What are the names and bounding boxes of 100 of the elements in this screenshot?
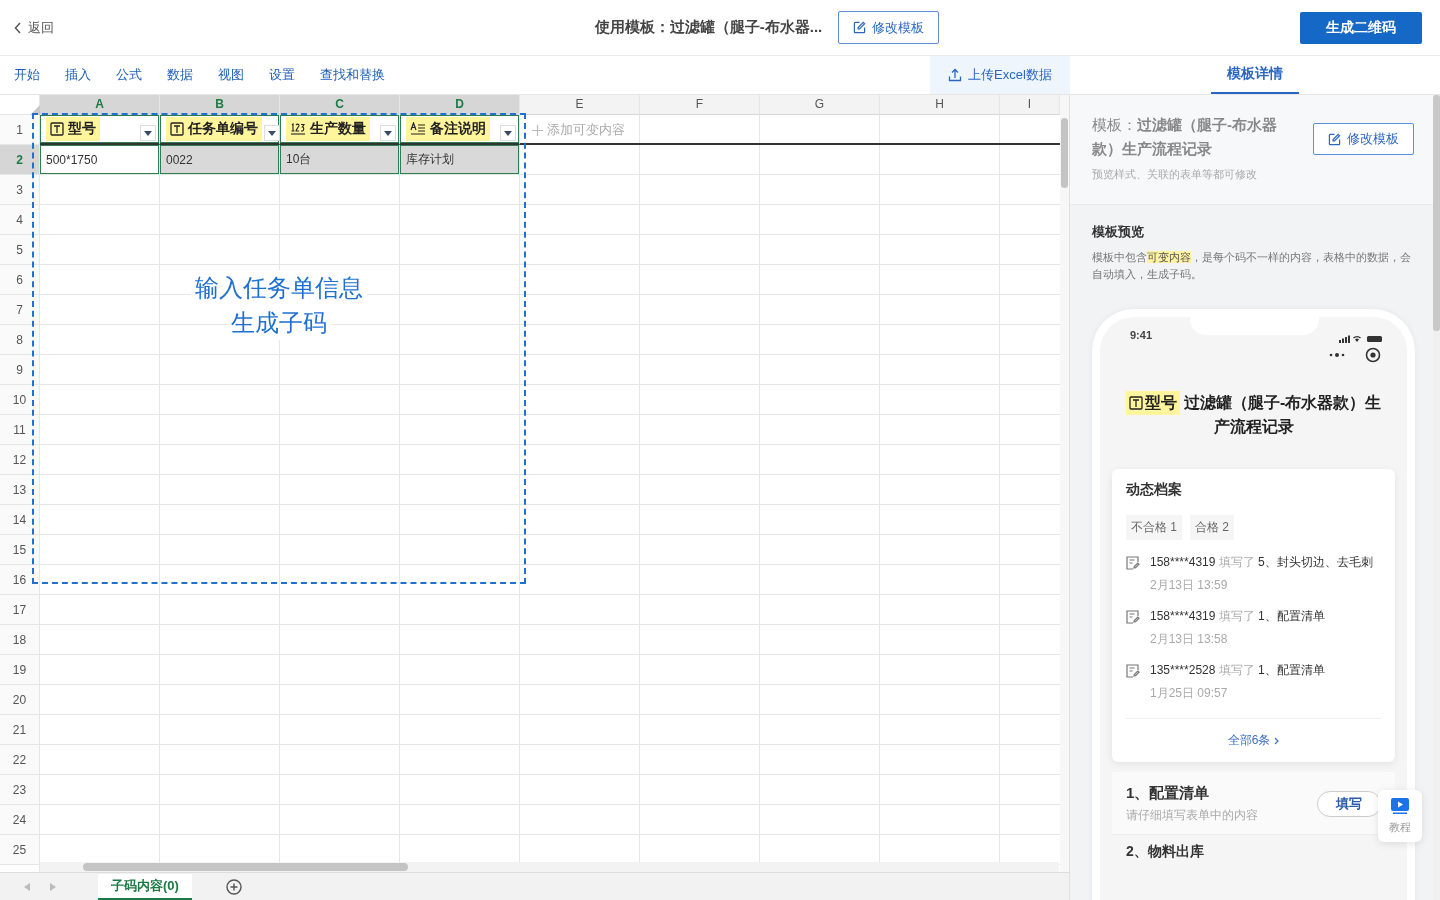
vertical-scrollbar[interactable] bbox=[1433, 95, 1440, 331]
row-header[interactable]: 8 bbox=[0, 325, 40, 355]
variable-label: 型号 bbox=[1144, 393, 1177, 413]
row-header[interactable]: 11 bbox=[0, 415, 40, 445]
table-cell[interactable]: 库存计划 bbox=[400, 145, 520, 175]
column-header[interactable]: G bbox=[760, 95, 880, 115]
caret-down-icon bbox=[384, 130, 392, 136]
horizontal-scrollbar[interactable] bbox=[83, 863, 408, 871]
text-lines-icon bbox=[410, 122, 426, 136]
activity-text: 135****2528 填写了 1、配置清单 bbox=[1150, 662, 1326, 679]
text-type-icon bbox=[170, 122, 184, 136]
row-header[interactable]: 24 bbox=[0, 805, 40, 835]
status-time: 9:41 bbox=[1129, 328, 1154, 341]
menu-item[interactable]: 数据 bbox=[167, 66, 193, 84]
table-cell[interactable]: 500*1750 bbox=[40, 145, 160, 175]
fill-button[interactable]: 填写 bbox=[1317, 791, 1381, 817]
column-title: 生产数量 bbox=[310, 120, 366, 138]
table-cell[interactable]: 0022 bbox=[160, 145, 280, 175]
generate-qr-button[interactable]: 生成二维码 bbox=[1300, 11, 1422, 44]
row-header[interactable]: 4 bbox=[0, 205, 40, 235]
template-title: 模板：过滤罐（腿子-布水器款）生产流程记录 bbox=[1092, 115, 1278, 159]
column-header[interactable]: A bbox=[40, 95, 160, 115]
menu-item[interactable]: 开始 bbox=[14, 66, 40, 84]
column-header[interactable]: E bbox=[520, 95, 640, 115]
dropdown-button[interactable] bbox=[500, 125, 516, 141]
video-play-icon bbox=[1391, 797, 1409, 814]
menu-item[interactable]: 设置 bbox=[269, 66, 295, 84]
form-edit-icon bbox=[1126, 610, 1140, 624]
row-header[interactable]: 18 bbox=[0, 625, 40, 655]
menu-item[interactable]: 查找和替换 bbox=[320, 66, 385, 84]
view-all-link[interactable]: 全部6条 bbox=[1221, 731, 1286, 750]
column-header[interactable]: D bbox=[400, 95, 520, 115]
text-type-icon bbox=[1128, 396, 1143, 410]
column-title: 备注说明 bbox=[430, 120, 486, 138]
row-header[interactable]: 15 bbox=[0, 535, 40, 565]
row-header[interactable]: 14 bbox=[0, 505, 40, 535]
row-header[interactable]: 19 bbox=[0, 655, 40, 685]
card-heading: 动态档案 bbox=[1126, 481, 1183, 499]
row-header[interactable]: 7 bbox=[0, 295, 40, 325]
upload-excel-button[interactable]: 上传Excel数据 bbox=[930, 56, 1070, 94]
menu-item[interactable]: 视图 bbox=[218, 66, 244, 84]
plus-icon bbox=[532, 124, 543, 136]
header-cell[interactable]: 任务单编号 bbox=[160, 115, 280, 145]
add-sheet-icon[interactable] bbox=[225, 878, 242, 895]
row-header[interactable]: 17 bbox=[0, 595, 40, 625]
dropdown-button[interactable] bbox=[140, 125, 156, 141]
edit-template-button[interactable]: 修改模板 bbox=[1313, 123, 1414, 155]
row-header[interactable]: 6 bbox=[0, 265, 40, 295]
chevron-left-icon bbox=[14, 21, 22, 34]
template-note: 预览样式、关联的表单等都可修改 bbox=[1092, 167, 1258, 182]
page-title: 使用模板：过滤罐（腿子-布水器... bbox=[594, 18, 823, 37]
vertical-scrollbar[interactable] bbox=[1061, 118, 1068, 188]
header-cell[interactable]: 生产数量 bbox=[280, 115, 400, 145]
row-header[interactable]: 20 bbox=[0, 685, 40, 715]
edit-template-button[interactable]: 修改模板 bbox=[838, 11, 940, 44]
column-header[interactable]: I bbox=[1000, 95, 1060, 115]
activity-text: 158****4319 填写了 5、封头切边、去毛刺 bbox=[1150, 554, 1374, 571]
form-edit-icon bbox=[1126, 556, 1140, 570]
form-title: 1、配置清单 bbox=[1126, 784, 1211, 803]
row-header[interactable]: 16 bbox=[0, 565, 40, 595]
preview-description: 模板中包含可变内容，是每个码不一样的内容，表格中的数据，会自动填入，生成子码。 bbox=[1092, 250, 1412, 282]
row-header[interactable]: 2 bbox=[0, 145, 40, 175]
filter-tag[interactable]: 不合格 1 bbox=[1126, 515, 1182, 540]
form-edit-icon bbox=[1126, 664, 1140, 678]
header-cell[interactable]: 型号 bbox=[40, 115, 160, 145]
menu-item[interactable]: 公式 bbox=[116, 66, 142, 84]
upload-icon bbox=[948, 68, 963, 82]
row-header[interactable]: 3 bbox=[0, 175, 40, 205]
sheet-tab[interactable]: 子码内容(0) bbox=[98, 873, 192, 900]
chevron-right-icon bbox=[1274, 736, 1280, 745]
row-header[interactable]: 21 bbox=[0, 715, 40, 745]
row-header[interactable]: 25 bbox=[0, 835, 40, 865]
dropdown-button[interactable] bbox=[264, 125, 280, 141]
row-header[interactable]: 12 bbox=[0, 445, 40, 475]
column-header[interactable]: H bbox=[880, 95, 1000, 115]
column-title: 型号 bbox=[68, 120, 96, 138]
section-heading: 模板预览 bbox=[1092, 223, 1145, 241]
more-icon[interactable] bbox=[1329, 353, 1345, 357]
row-header[interactable]: 13 bbox=[0, 475, 40, 505]
back-link[interactable]: 返回 bbox=[12, 16, 56, 39]
activity-time: 2月13日 13:59 bbox=[1150, 577, 1229, 594]
table-cell[interactable]: 10台 bbox=[280, 145, 400, 175]
row-header[interactable]: 22 bbox=[0, 745, 40, 775]
header-cell[interactable]: 备注说明 bbox=[400, 115, 520, 145]
column-header[interactable]: B bbox=[160, 95, 280, 115]
row-header[interactable]: 23 bbox=[0, 775, 40, 805]
row-header[interactable]: 1 bbox=[0, 115, 40, 145]
column-header[interactable]: F bbox=[640, 95, 760, 115]
column-header[interactable]: C bbox=[280, 95, 400, 115]
menu-item[interactable]: 插入 bbox=[65, 66, 91, 84]
row-header[interactable]: 5 bbox=[0, 235, 40, 265]
text-type-icon bbox=[50, 122, 64, 136]
filter-tag[interactable]: 合格 2 bbox=[1190, 515, 1235, 540]
row-header[interactable]: 10 bbox=[0, 385, 40, 415]
edit-icon bbox=[1328, 132, 1341, 146]
row-header[interactable]: 9 bbox=[0, 355, 40, 385]
activity-time: 1月25日 09:57 bbox=[1150, 685, 1229, 702]
dropdown-button[interactable] bbox=[380, 125, 396, 141]
activity-text: 158****4319 填写了 1、配置清单 bbox=[1150, 608, 1326, 625]
column-title: 任务单编号 bbox=[188, 120, 258, 138]
